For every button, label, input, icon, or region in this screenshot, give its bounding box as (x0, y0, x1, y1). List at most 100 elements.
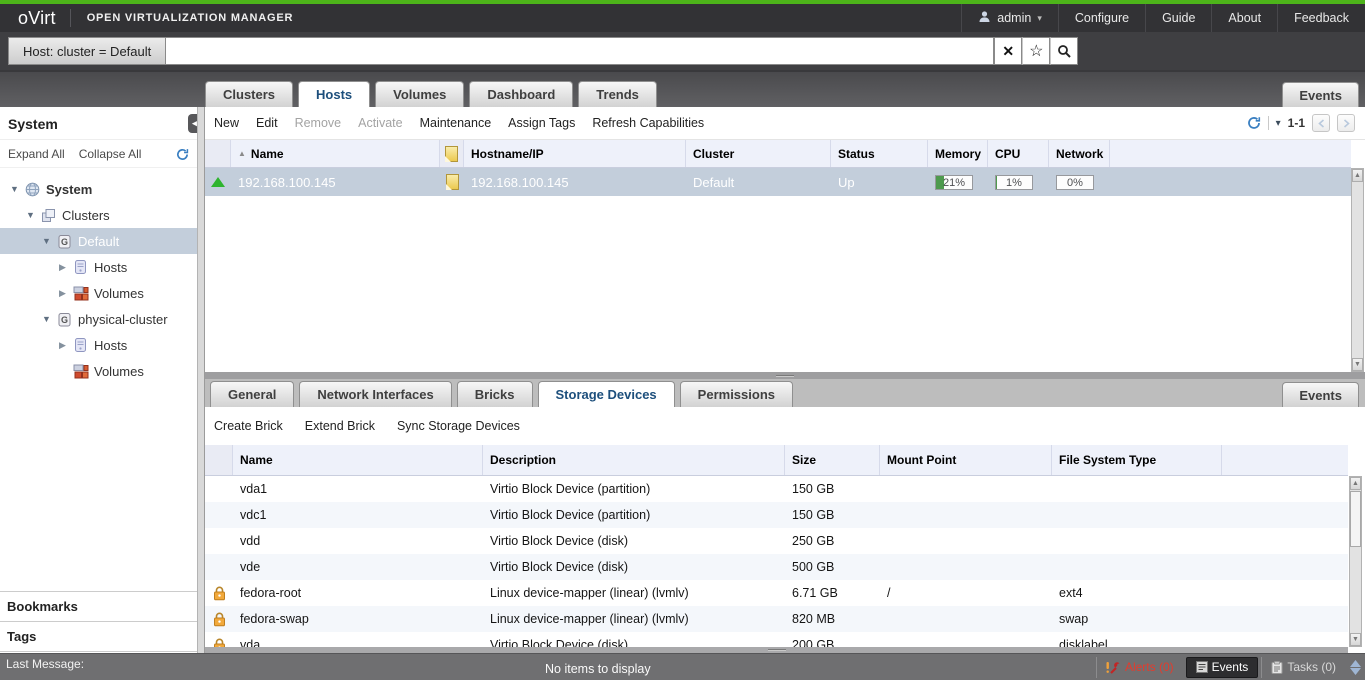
expander-open-icon[interactable]: ▼ (22, 210, 39, 220)
scroll-down-icon[interactable]: ▼ (1352, 358, 1363, 371)
panel-splitter[interactable] (205, 372, 1365, 379)
sidebar-splitter[interactable] (197, 107, 205, 653)
status-controls: Alerts (0) Events Tasks (0) (1096, 654, 1362, 680)
column-header-fs-type[interactable]: File System Type (1052, 445, 1222, 475)
column-header-size[interactable]: Size (785, 445, 880, 475)
tree-item-volumes[interactable]: ▶Volumes (0, 280, 197, 306)
main-events-button[interactable]: Events (1282, 82, 1359, 107)
storage-row-vda[interactable]: vdaVirtio Block Device (disk)200 GBdiskl… (205, 632, 1348, 647)
tab-trends[interactable]: Trends (578, 81, 657, 107)
tab-volumes[interactable]: Volumes (375, 81, 464, 107)
column-header-name[interactable]: ▲Name (231, 140, 440, 167)
column-header-memory[interactable]: Memory (928, 140, 988, 167)
tree-item-hosts[interactable]: ▶Hosts (0, 332, 197, 358)
search-input[interactable] (166, 37, 994, 65)
sidebar-section-bookmarks[interactable]: Bookmarks (0, 591, 197, 621)
app-header: oVirt OPEN VIRTUALIZATION MANAGER admin … (0, 4, 1365, 32)
action-sync-storage-devices[interactable]: Sync Storage Devices (397, 419, 520, 433)
storage-row-vdc1[interactable]: vdc1Virtio Block Device (partition)150 G… (205, 502, 1348, 528)
refresh-icon[interactable] (1247, 116, 1261, 130)
action-edit[interactable]: Edit (256, 116, 278, 130)
detail-tab-storage-devices[interactable]: Storage Devices (538, 381, 675, 407)
storage-cell-size: 200 GB (785, 632, 880, 647)
storage-row-fedora-swap[interactable]: fedora-swapLinux device-mapper (linear) … (205, 606, 1348, 632)
column-header-status[interactable]: Status (831, 140, 928, 167)
scroll-thumb[interactable] (1350, 491, 1361, 547)
action-activate: Activate (358, 116, 402, 130)
tree-controls: Expand All Collapse All (0, 140, 197, 168)
detail-events-button[interactable]: Events (1282, 382, 1359, 407)
bookmark-search-button[interactable]: ☆ (1022, 37, 1050, 65)
row-status-column-header[interactable] (205, 140, 231, 167)
storage-row-vda1[interactable]: vda1Virtio Block Device (partition)150 G… (205, 476, 1348, 502)
action-extend-brick[interactable]: Extend Brick (305, 419, 375, 433)
storage-cell-size: 250 GB (785, 528, 880, 554)
scroll-up-icon[interactable]: ▲ (1350, 477, 1361, 490)
tree-refresh-icon[interactable] (176, 148, 189, 161)
expander-closed-icon[interactable]: ▶ (54, 288, 71, 299)
user-menu[interactable]: admin ▾ (961, 4, 1058, 32)
search-button[interactable] (1050, 37, 1078, 65)
tree-item-hosts[interactable]: ▶Hosts (0, 254, 197, 280)
storage-cell-filler (1222, 632, 1348, 647)
detail-tab-bricks[interactable]: Bricks (457, 381, 533, 407)
expander-open-icon[interactable]: ▼ (38, 236, 55, 246)
column-header-network[interactable]: Network (1049, 140, 1110, 167)
expand-all-link[interactable]: Expand All (8, 147, 65, 161)
column-header-name[interactable]: Name (233, 445, 483, 475)
clear-search-button[interactable]: ✕ (994, 37, 1022, 65)
tab-hosts[interactable]: Hosts (298, 81, 370, 107)
storage-row-vdd[interactable]: vddVirtio Block Device (disk)250 GB (205, 528, 1348, 554)
scroll-down-icon[interactable]: ▼ (1350, 633, 1361, 646)
nav-configure[interactable]: Configure (1058, 4, 1145, 32)
tree-item-clusters[interactable]: ▼Clusters (0, 202, 197, 228)
tree-item-default[interactable]: ▼GDefault (0, 228, 197, 254)
storage-scrollbar[interactable]: ▲ ▼ (1349, 476, 1362, 647)
hosts-scrollbar[interactable]: ▲ ▼ (1351, 168, 1364, 372)
sidebar-section-tags[interactable]: Tags (0, 621, 197, 651)
action-maintenance[interactable]: Maintenance (420, 116, 492, 130)
scroll-up-icon[interactable]: ▲ (1352, 169, 1363, 182)
nav-guide[interactable]: Guide (1145, 4, 1211, 32)
storage-row-vde[interactable]: vdeVirtio Block Device (disk)500 GB (205, 554, 1348, 580)
column-header-hostname[interactable]: Hostname/IP (464, 140, 686, 167)
detail-tab-permissions[interactable]: Permissions (680, 381, 793, 407)
tree-item-volumes[interactable]: Volumes (0, 358, 197, 384)
storage-cell-name: vdc1 (233, 502, 483, 528)
expander-closed-icon[interactable]: ▶ (54, 262, 71, 273)
host-cluster-cell: Default (686, 168, 831, 196)
nav-feedback[interactable]: Feedback (1277, 4, 1365, 32)
action-refresh-capabilities[interactable]: Refresh Capabilities (592, 116, 704, 130)
prev-page-button[interactable] (1312, 114, 1330, 132)
refresh-menu-caret-icon[interactable]: ▾ (1276, 118, 1281, 129)
action-create-brick[interactable]: Create Brick (214, 419, 283, 433)
expander-open-icon[interactable]: ▼ (6, 184, 23, 194)
detail-tab-network-interfaces[interactable]: Network Interfaces (299, 381, 451, 407)
column-header-cluster[interactable]: Cluster (686, 140, 831, 167)
action-new[interactable]: New (214, 116, 239, 130)
alerts-button[interactable]: Alerts (0) (1096, 657, 1183, 678)
storage-row-fedora-root[interactable]: fedora-rootLinux device-mapper (linear) … (205, 580, 1348, 606)
expander-open-icon[interactable]: ▼ (38, 314, 55, 324)
storage-cell-fs-type (1052, 476, 1222, 502)
action-assign-tags[interactable]: Assign Tags (508, 116, 575, 130)
events-status-button[interactable]: Events (1186, 657, 1259, 678)
search-scope-button[interactable]: Host: cluster = Default (8, 37, 166, 65)
globe-icon (23, 182, 42, 197)
tab-dashboard[interactable]: Dashboard (469, 81, 573, 107)
statusbar-expand-toggle[interactable] (1348, 660, 1362, 675)
tab-clusters[interactable]: Clusters (205, 81, 293, 107)
expander-closed-icon[interactable]: ▶ (54, 340, 71, 351)
host-row-selected[interactable]: 192.168.100.145 192.168.100.145 Default … (205, 168, 1351, 196)
column-header-cpu[interactable]: CPU (988, 140, 1049, 167)
tasks-button[interactable]: Tasks (0) (1261, 657, 1345, 678)
collapse-all-link[interactable]: Collapse All (79, 147, 142, 161)
next-page-button[interactable] (1337, 114, 1355, 132)
nav-about[interactable]: About (1211, 4, 1277, 32)
tree-item-physical-cluster[interactable]: ▼Gphysical-cluster (0, 306, 197, 332)
column-header-description[interactable]: Description (483, 445, 785, 475)
column-header-mount-point[interactable]: Mount Point (880, 445, 1052, 475)
tree-item-system[interactable]: ▼System (0, 176, 197, 202)
column-header-note[interactable] (440, 140, 464, 167)
detail-tab-general[interactable]: General (210, 381, 294, 407)
